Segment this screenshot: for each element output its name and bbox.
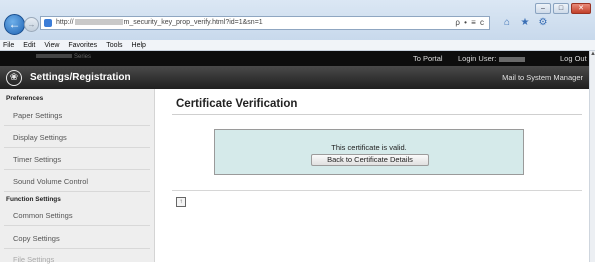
log-out-link[interactable]: Log Out [560, 54, 587, 63]
to-portal-link[interactable]: To Portal [413, 54, 443, 63]
back-arrow-icon[interactable]: ← [4, 14, 25, 35]
sidebar-item-common-settings[interactable]: Common Settings [13, 211, 73, 220]
page-title: Certificate Verification [176, 98, 298, 110]
sidebar-divider [4, 147, 150, 148]
device-name: Series [36, 54, 91, 60]
toolbar-icons: ⌂ ★ ⚙ [500, 16, 550, 30]
sidebar-divider [4, 191, 150, 192]
address-bar[interactable]: http:// m_security_key_prop_verify.html?i… [40, 16, 490, 30]
back-to-top-icon[interactable]: ↑ [176, 197, 186, 207]
sidebar-divider [4, 169, 150, 170]
forward-arrow-icon[interactable]: → [24, 17, 39, 32]
settings-logo-icon: ❀ [6, 70, 22, 86]
sidebar-item-timer-settings[interactable]: Timer Settings [13, 155, 61, 164]
content-divider [172, 190, 582, 191]
page-favicon-icon [44, 19, 52, 27]
sidebar-item-sound-volume-control[interactable]: Sound Volume Control [13, 177, 88, 186]
url-redacted-host [74, 19, 123, 26]
close-window-button[interactable]: ✕ [571, 3, 591, 14]
window-controls: – □ ✕ [535, 3, 591, 14]
verification-result-panel: This certificate is valid. Back to Certi… [214, 129, 524, 175]
scroll-up-icon[interactable]: ▲ [590, 51, 595, 61]
browser-menubar: File Edit View Favorites Tools Help [0, 40, 595, 51]
sidebar-item-paper-settings[interactable]: Paper Settings [13, 111, 62, 120]
login-user-text: Login User: [458, 54, 497, 63]
mail-system-manager-link[interactable]: Mail to System Manager [502, 73, 583, 82]
sidebar-divider [4, 248, 150, 249]
menu-view[interactable]: View [44, 40, 59, 50]
address-tools-icon[interactable]: ρ • ≡ c [455, 18, 485, 27]
menu-help[interactable]: Help [132, 40, 146, 50]
back-to-certificate-details-button[interactable]: Back to Certificate Details [311, 154, 429, 166]
login-user-label: Login User: [458, 54, 526, 63]
app-header: ❀ Settings/Registration Mail to System M… [0, 66, 589, 89]
menu-edit[interactable]: Edit [23, 40, 35, 50]
browser-titlebar: – □ ✕ ← → http:// m_security_key_prop_ver… [0, 0, 595, 40]
favorites-star-icon[interactable]: ★ [518, 16, 532, 30]
sidebar-item-file-settings[interactable]: File Settings [13, 255, 54, 264]
url-path: m_security_key_prop_verify.html?id=1&sn=… [123, 19, 263, 26]
sidebar: Preferences Paper Settings Display Setti… [0, 89, 155, 264]
menu-file[interactable]: File [3, 40, 14, 50]
settings-gear-icon[interactable]: ⚙ [536, 16, 550, 30]
device-name-redacted [36, 54, 72, 59]
verification-message: This certificate is valid. [331, 143, 407, 152]
app-title: Settings/Registration [30, 72, 131, 83]
home-icon[interactable]: ⌂ [500, 16, 514, 30]
sidebar-item-copy-settings[interactable]: Copy Settings [13, 234, 60, 243]
menu-favorites[interactable]: Favorites [68, 40, 97, 50]
sidebar-item-display-settings[interactable]: Display Settings [13, 133, 67, 142]
page-scrollbar[interactable]: ▲ [589, 51, 595, 262]
sidebar-heading-preferences: Preferences [6, 95, 44, 102]
title-divider [172, 114, 582, 115]
device-series-label: Series [74, 54, 92, 60]
maximize-button[interactable]: □ [553, 3, 569, 14]
login-user-redacted [499, 56, 526, 62]
url-prefix: http:// [56, 19, 74, 26]
menu-tools[interactable]: Tools [106, 40, 122, 50]
sidebar-divider [4, 125, 150, 126]
url-text: http:// m_security_key_prop_verify.html?i… [56, 19, 263, 26]
sidebar-heading-function-settings: Function Settings [6, 196, 61, 203]
sidebar-divider [4, 225, 150, 226]
app-top-bar: Series To Portal Login User: Log Out [0, 51, 589, 66]
minimize-button[interactable]: – [535, 3, 551, 14]
